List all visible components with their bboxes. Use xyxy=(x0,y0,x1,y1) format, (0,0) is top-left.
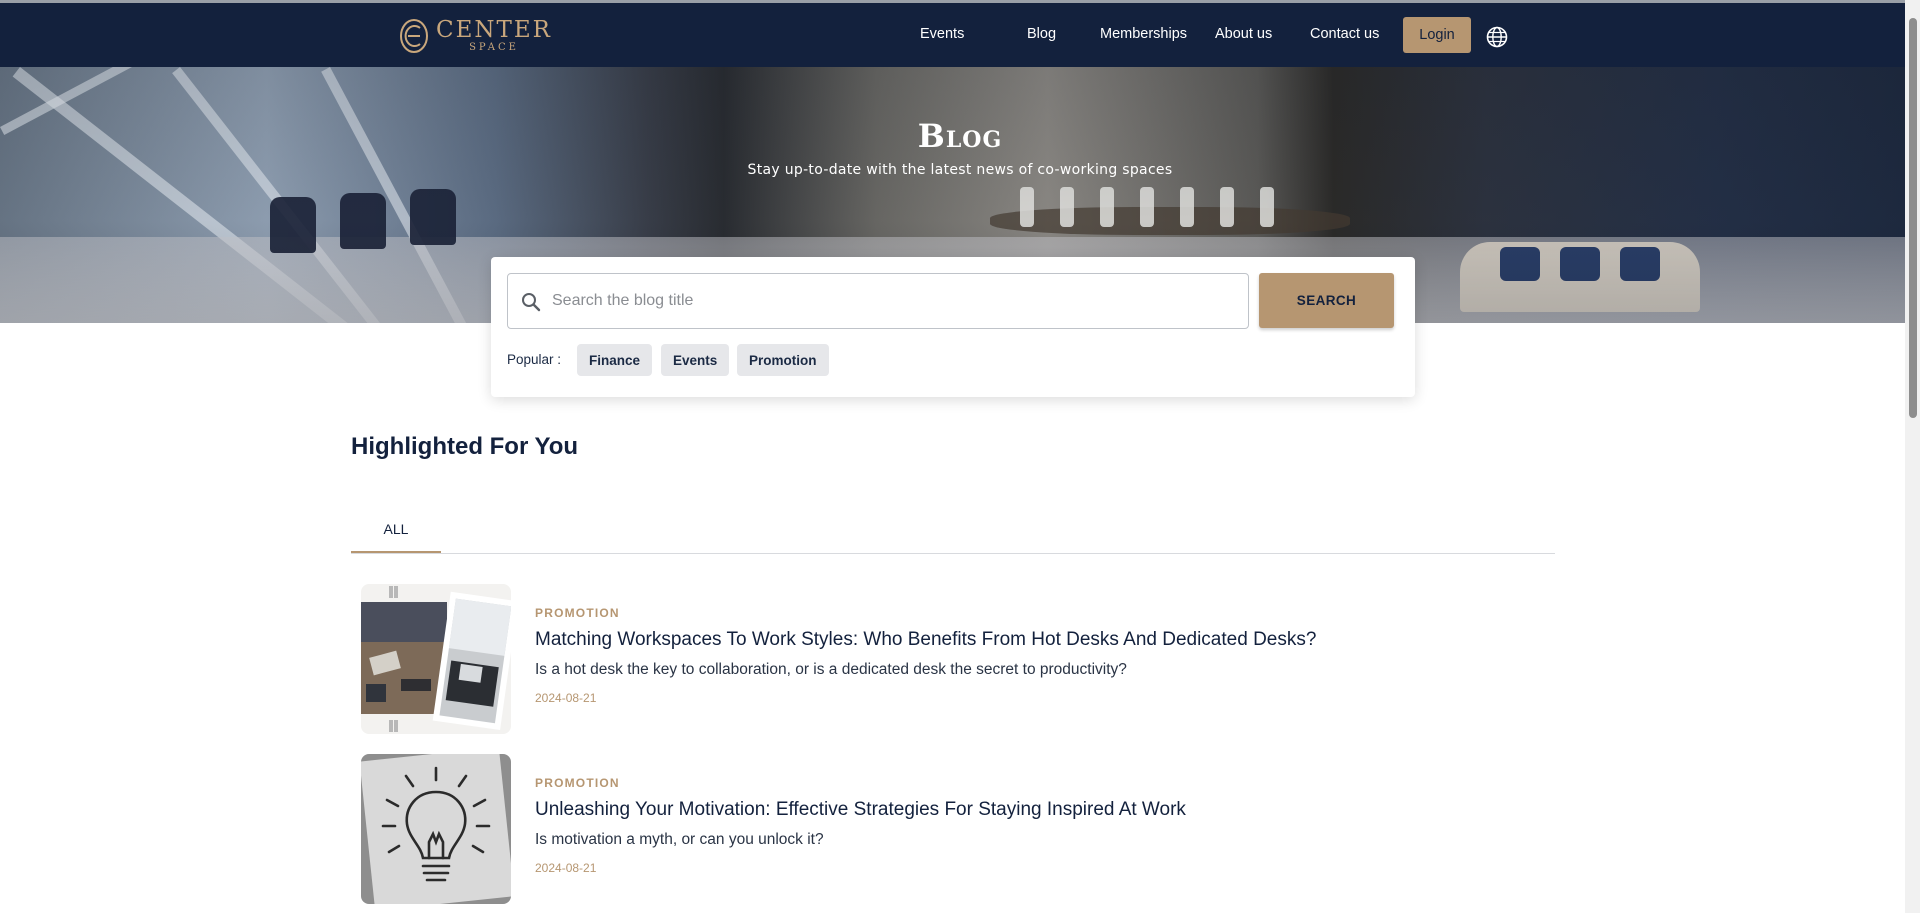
article-card[interactable]: PROMOTION Unleashing Your Motivation: Ef… xyxy=(351,754,1351,904)
nav-blog[interactable]: Blog xyxy=(1027,26,1056,42)
nav-memberships[interactable]: Memberships xyxy=(1100,26,1187,42)
brand-logo[interactable]: CENTER SPACE xyxy=(398,17,552,55)
nav-events[interactable]: Events xyxy=(920,26,964,42)
article-title[interactable]: Matching Workspaces To Work Styles: Who … xyxy=(535,629,1316,651)
article-category: PROMOTION xyxy=(535,606,620,620)
logo-text: CENTER SPACE xyxy=(436,19,552,53)
article-title[interactable]: Unleashing Your Motivation: Effective St… xyxy=(535,799,1186,821)
tag-events[interactable]: Events xyxy=(661,344,730,376)
article-date: 2024-08-21 xyxy=(535,861,597,875)
nav-contact-us[interactable]: Contact us xyxy=(1310,26,1379,42)
article-card[interactable]: PROMOTION Matching Workspaces To Work St… xyxy=(351,584,1351,734)
section-title: Highlighted For You xyxy=(351,433,579,460)
article-date: 2024-08-21 xyxy=(535,691,597,705)
popular-label: Popular : xyxy=(507,352,562,367)
page-scrollbar[interactable] xyxy=(1905,0,1920,913)
search-button[interactable]: SEARCH xyxy=(1259,273,1394,328)
page-subtitle: Stay up-to-date with the latest news of … xyxy=(747,162,1173,178)
top-navbar: CENTER SPACE Events Blog Memberships Abo… xyxy=(0,3,1905,67)
article-thumbnail xyxy=(361,584,511,734)
logo-subname: SPACE xyxy=(469,42,519,53)
logo-icon xyxy=(398,17,430,55)
page-title: Blog xyxy=(917,117,1003,155)
article-description: Is a hot desk the key to collaboration, … xyxy=(535,661,1127,678)
search-input[interactable] xyxy=(552,275,1242,327)
logo-name: CENTER xyxy=(436,17,552,43)
globe-icon[interactable] xyxy=(1486,26,1508,48)
search-icon xyxy=(520,291,542,313)
article-description: Is motivation a myth, or can you unlock … xyxy=(535,831,824,848)
tab-all[interactable]: ALL xyxy=(351,513,441,554)
search-box[interactable] xyxy=(507,273,1249,329)
login-button[interactable]: Login xyxy=(1403,17,1471,53)
nav-about-us[interactable]: About us xyxy=(1215,26,1272,42)
tabs-divider xyxy=(351,553,1555,554)
tag-promotion[interactable]: Promotion xyxy=(737,344,829,376)
article-category: PROMOTION xyxy=(535,776,620,790)
tag-finance[interactable]: Finance xyxy=(577,344,653,376)
scrollbar-thumb[interactable] xyxy=(1909,18,1917,418)
active-tab-indicator xyxy=(351,551,441,553)
article-thumbnail xyxy=(361,754,511,904)
search-card: SEARCH Popular : Finance Events Promotio… xyxy=(491,257,1415,397)
